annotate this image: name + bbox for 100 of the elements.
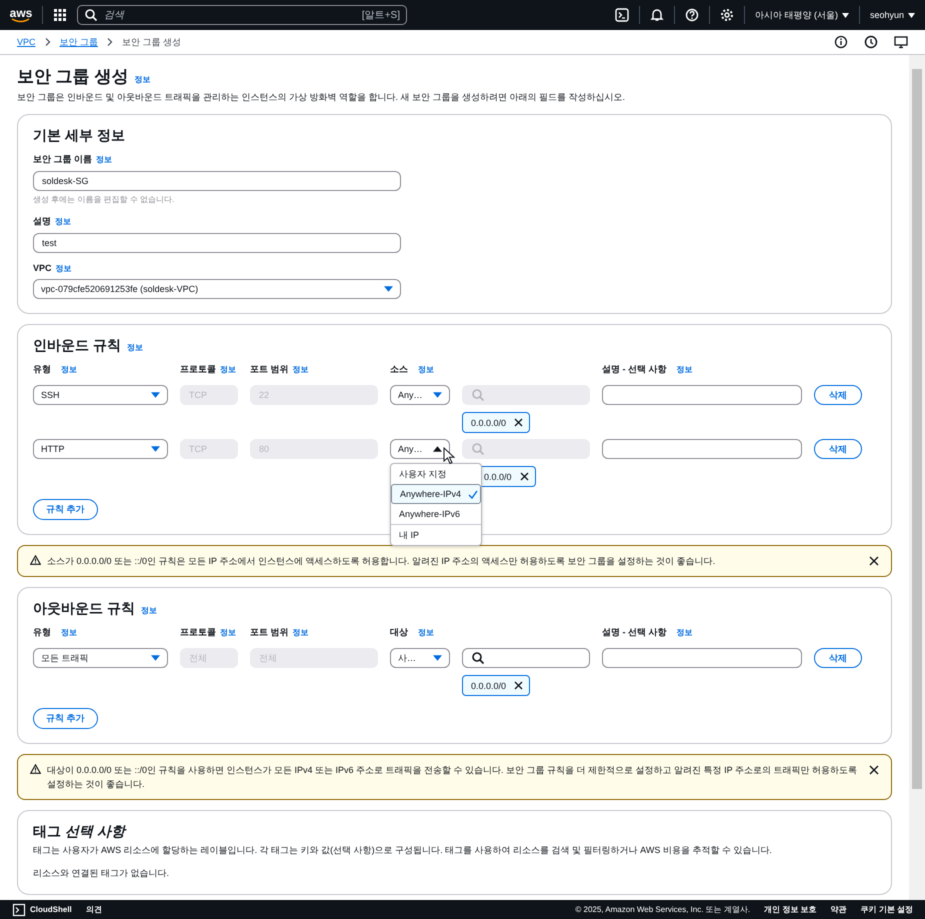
- search-placeholder: 검색: [104, 9, 126, 22]
- menu-option[interactable]: Anywhere-IPv6: [391, 504, 481, 524]
- field-label: 설명: [33, 215, 51, 228]
- caret-icon: [433, 446, 442, 452]
- scrollbar-thumb[interactable]: [912, 69, 922, 789]
- info-link[interactable]: 정보: [676, 627, 692, 638]
- warning-text: 대상이 0.0.0.0/0 또는 ::/0인 규칙을 사용하면 인스턴스가 모든 IPv4 또는 IPv6 주소로 트래픽을 전송할 수 있습니다. 보안 그룹 규칙을 더 제한적으로 설정하고 알려진 특정 IP 주소로의 트래픽만 허용하도록 설정하는 것이 좋습니다.: [47, 764, 858, 791]
- select-value: vpc-079cfe520691253fe (soldesk-VPC): [41, 284, 198, 294]
- terminal-icon: [12, 902, 26, 916]
- close-icon[interactable]: [514, 418, 524, 427]
- column-header: 포트 범위: [250, 626, 289, 639]
- footer-link[interactable]: 쿠키 기본 설정: [860, 904, 913, 915]
- search-field[interactable]: 검색 [알트+S]: [77, 5, 407, 25]
- column-header: 대상: [390, 626, 408, 639]
- token-tag: 0.0.0.0/0: [462, 675, 530, 696]
- info-icon[interactable]: [834, 35, 848, 49]
- input-field[interactable]: test: [33, 233, 401, 253]
- grid-menu-icon[interactable]: [53, 8, 67, 22]
- menu-option[interactable]: 사용자 지정: [391, 464, 481, 484]
- caret-icon: [151, 392, 160, 398]
- info-link[interactable]: 정보: [56, 263, 72, 274]
- breadcrumb-link[interactable]: VPC: [17, 37, 36, 47]
- region-menu[interactable]: 아시아 태평양 (서울): [754, 8, 838, 22]
- info-link[interactable]: 정보: [140, 605, 157, 616]
- menu-option[interactable]: Anywhere-IPv4: [391, 484, 481, 504]
- warning-text: 소스가 0.0.0.0/0 또는 ::/0인 규칙은 모든 IP 주소에서 인스턴스에 액세스하도록 허용합니다. 알려진 IP 주소의 액세스만 허용하도록 보안 그룹을 설정하는 것이 좋습니다.: [47, 555, 716, 568]
- info-link[interactable]: 정보: [126, 342, 143, 353]
- feedback-link[interactable]: 의견: [86, 904, 102, 915]
- info-link[interactable]: 정보: [220, 364, 236, 375]
- add-rule-button[interactable]: 규칙 추가: [33, 499, 98, 520]
- info-link[interactable]: 정보: [61, 364, 77, 375]
- user-menu[interactable]: seohyun: [870, 10, 904, 20]
- column-header: 유형: [33, 626, 51, 639]
- caret-icon: [151, 446, 160, 452]
- info-link[interactable]: 정보: [292, 364, 309, 375]
- help-icon[interactable]: [684, 8, 699, 22]
- delete-button[interactable]: 삭제: [814, 439, 862, 459]
- field-hint: 생성 후에는 이름을 편집할 수 없습니다.: [33, 194, 176, 205]
- field-label: VPC: [33, 263, 52, 273]
- input-field[interactable]: [602, 385, 802, 405]
- delete-button[interactable]: 삭제: [814, 385, 862, 405]
- input-field[interactable]: soldesk-SG: [33, 171, 401, 191]
- info-link[interactable]: 정보: [55, 216, 71, 227]
- chevron-right-icon: [44, 38, 52, 46]
- input-field[interactable]: [602, 648, 802, 668]
- search-icon: [84, 8, 98, 22]
- chevron-right-icon: [106, 38, 114, 46]
- close-icon[interactable]: [869, 765, 879, 775]
- cloudshell-link[interactable]: CloudShell: [12, 902, 72, 916]
- info-link[interactable]: 정보: [418, 364, 434, 375]
- footer-link[interactable]: 약관: [830, 904, 847, 915]
- input-field[interactable]: [602, 439, 802, 459]
- info-link[interactable]: 정보: [134, 74, 150, 85]
- select-field[interactable]: HTTP: [33, 439, 168, 459]
- section-title: 태그 선택 사항: [33, 823, 125, 841]
- caret-down-icon[interactable]: [842, 12, 849, 18]
- search-field[interactable]: [462, 648, 590, 668]
- page-description: 보안 그룹은 인바운드 및 아웃바운드 트래픽을 관리하는 인스턴스의 가상 방화벽 역할을 합니다. 새 보안 그룹을 생성하려면 아래의 필드를 작성하십시오.: [17, 91, 626, 104]
- caret-down-icon[interactable]: [908, 12, 915, 18]
- info-link[interactable]: 정보: [292, 627, 309, 638]
- close-icon[interactable]: [514, 681, 524, 690]
- settings-icon[interactable]: [720, 8, 734, 22]
- info-link[interactable]: 정보: [61, 627, 77, 638]
- scrollbar[interactable]: [909, 55, 925, 900]
- select-value: Any…: [398, 390, 423, 400]
- copyright-text: © 2025, Amazon Web Services, Inc. 또는 계열사.: [575, 904, 750, 915]
- select-field[interactable]: 모든 트래픽: [33, 648, 168, 668]
- delete-button[interactable]: 삭제: [814, 648, 862, 668]
- column-header: 프로토콜: [180, 626, 216, 639]
- select-field[interactable]: Any…: [390, 439, 450, 459]
- menu-option[interactable]: 내 IP: [391, 525, 481, 545]
- breadcrumb-current: 보안 그룹 생성: [122, 36, 182, 48]
- page-title: 보안 그룹 생성: [17, 66, 128, 88]
- token-tag: 0.0.0.0/0: [462, 412, 530, 433]
- close-icon[interactable]: [520, 472, 529, 481]
- smile-icon: [10, 18, 32, 22]
- select-field[interactable]: Any…: [390, 385, 450, 405]
- info-link[interactable]: 정보: [96, 154, 112, 165]
- footer-link[interactable]: 개인 정보 보호: [764, 904, 817, 915]
- section-title: 기본 세부 정보: [33, 127, 125, 145]
- terminal-icon[interactable]: [614, 8, 629, 22]
- info-link[interactable]: 정보: [220, 627, 236, 638]
- add-rule-button[interactable]: 규칙 추가: [33, 708, 98, 729]
- info-link[interactable]: 정보: [676, 364, 692, 375]
- breadcrumb-link[interactable]: 보안 그룹: [60, 36, 98, 48]
- aws-logo[interactable]: aws: [10, 8, 32, 22]
- clock-icon[interactable]: [864, 35, 878, 49]
- close-icon[interactable]: [869, 556, 879, 566]
- column-header: 유형: [33, 363, 51, 376]
- select-field[interactable]: SSH: [33, 385, 168, 405]
- select-field[interactable]: 사…: [390, 648, 450, 668]
- section-title: 아웃바운드 규칙: [33, 600, 135, 618]
- shortcut-hint: [알트+S]: [362, 9, 400, 22]
- select-field[interactable]: vpc-079cfe520691253fe (soldesk-VPC): [33, 279, 401, 299]
- monitor-icon[interactable]: [894, 35, 908, 49]
- column-header: 설명 - 선택 사항: [602, 626, 666, 639]
- bell-icon[interactable]: [650, 8, 664, 22]
- select-value: 사…: [398, 652, 416, 664]
- caret-icon: [433, 392, 442, 398]
- info-link[interactable]: 정보: [418, 627, 434, 638]
